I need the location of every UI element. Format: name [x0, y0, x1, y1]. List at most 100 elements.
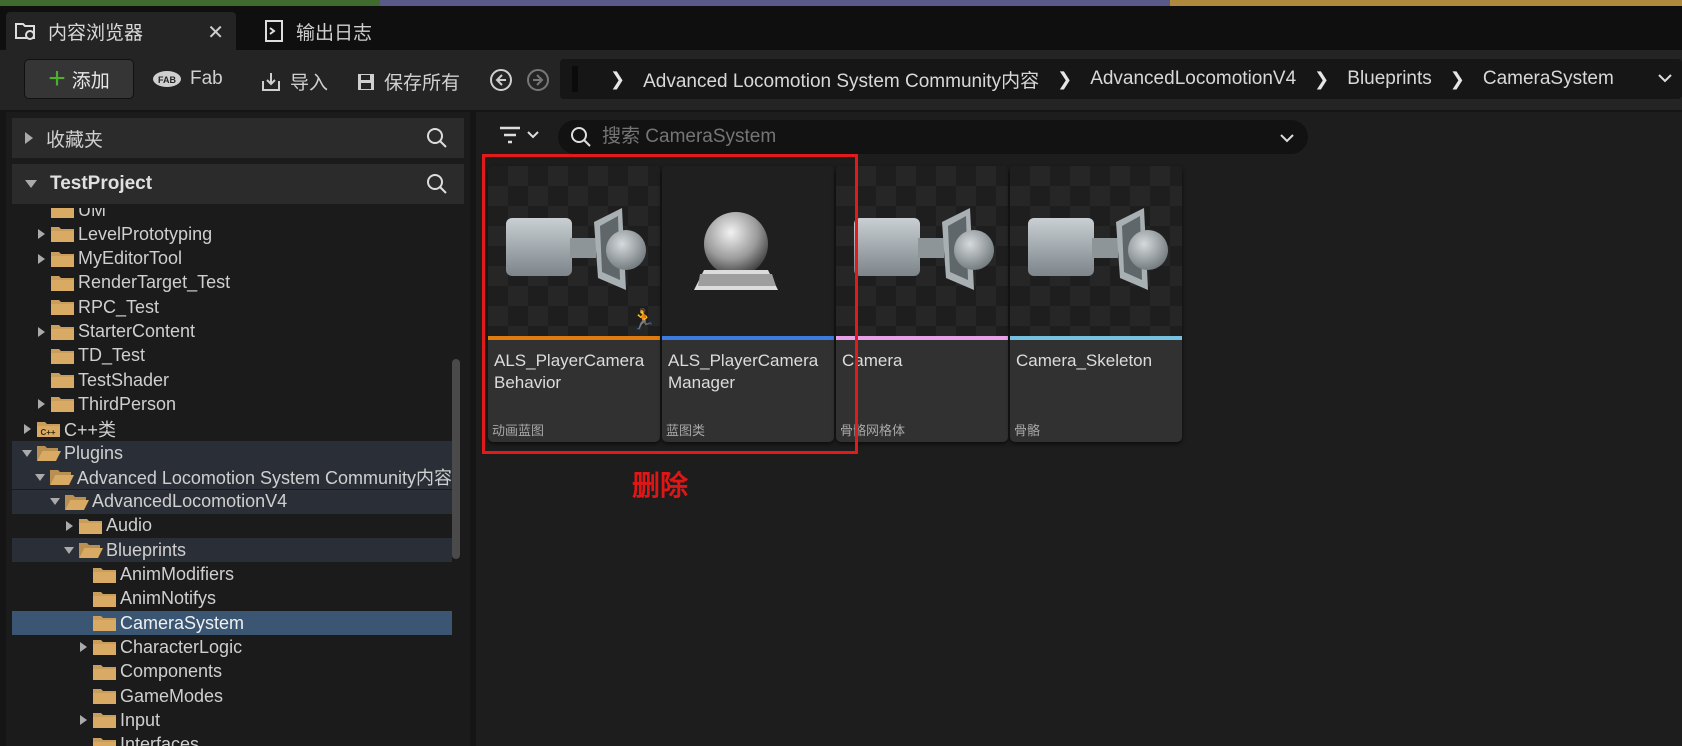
- breadcrumb-item[interactable]: CameraSystem: [1483, 68, 1614, 90]
- triangle-down-icon: [25, 180, 37, 188]
- breadcrumb-item[interactable]: AdvancedLocomotionV4: [1090, 68, 1296, 90]
- tree-item[interactable]: Input: [12, 708, 452, 732]
- tab-label: 内容浏览器: [48, 22, 144, 44]
- search-input[interactable]: [602, 126, 1242, 148]
- triangle-down-icon[interactable]: [20, 446, 34, 460]
- chevron-down-icon[interactable]: [1278, 129, 1296, 147]
- search-icon[interactable]: [426, 173, 448, 195]
- chevron-down-icon[interactable]: [1656, 69, 1674, 87]
- project-header[interactable]: TestProject: [12, 164, 464, 204]
- folder-icon: [50, 208, 76, 219]
- tree-item[interactable]: TD_Test: [12, 344, 452, 368]
- tree-item[interactable]: AnimModifiers: [12, 563, 452, 587]
- back-arrow-icon[interactable]: [489, 68, 513, 92]
- asset-tile[interactable]: Camera 骨骼网格体: [836, 166, 1008, 442]
- save-icon: [358, 73, 374, 90]
- tab-output-log[interactable]: 输出日志: [258, 12, 408, 50]
- triangle-right-icon[interactable]: [34, 397, 48, 411]
- tree-item-label: CameraSystem: [120, 612, 245, 633]
- filter-icon[interactable]: [496, 122, 544, 150]
- triangle-right-icon[interactable]: [34, 325, 48, 339]
- tree-item[interactable]: ThirdPerson: [12, 392, 452, 416]
- log-icon: [262, 19, 286, 43]
- tree-item[interactable]: StarterContent: [12, 320, 452, 344]
- tree-scrollbar[interactable]: [452, 359, 460, 559]
- tree-item-label: Interfaces: [120, 734, 200, 746]
- tree-item[interactable]: CameraSystem: [12, 611, 452, 636]
- triangle-right-icon[interactable]: [76, 713, 90, 727]
- tree-item[interactable]: C++ C++类: [12, 417, 452, 441]
- asset-tile[interactable]: Camera_Skeleton 骨骼: [1010, 166, 1182, 442]
- tree-item-label: ThirdPerson: [78, 393, 177, 414]
- triangle-down-icon[interactable]: [48, 495, 62, 509]
- tree-item[interactable]: AnimNotifys: [12, 587, 452, 611]
- triangle-right-icon[interactable]: [34, 252, 48, 266]
- triangle-right-icon: [25, 132, 33, 144]
- camera-mesh-icon: [1024, 204, 1170, 301]
- chevron-right-icon[interactable]: ❯: [1057, 69, 1072, 90]
- add-button[interactable]: + 添加: [24, 59, 134, 99]
- tree-item[interactable]: MyEditorTool: [12, 247, 452, 271]
- tree-item[interactable]: GameModes: [12, 684, 452, 708]
- tree-item[interactable]: Blueprints: [12, 538, 452, 563]
- tree-item[interactable]: RenderTarget_Test: [12, 271, 452, 295]
- forward-arrow-icon[interactable]: [526, 68, 550, 92]
- breadcrumb-item[interactable]: Advanced Locomotion System Community内容: [643, 66, 1039, 93]
- chevron-right-icon[interactable]: ❯: [1314, 69, 1329, 90]
- tree-item[interactable]: UM: [12, 208, 452, 222]
- tree-item[interactable]: Components: [12, 660, 452, 684]
- folder-icon: [50, 371, 76, 389]
- asset-view: 🏃ALS_PlayerCamera Behavior动画蓝图ALS_Player…: [476, 112, 1682, 746]
- tree-item[interactable]: Plugins: [12, 441, 452, 465]
- import-label: 导入: [290, 73, 329, 94]
- breadcrumb-item[interactable]: Blueprints: [1347, 68, 1432, 90]
- annotation-label: 删除: [632, 470, 689, 501]
- triangle-right-icon[interactable]: [34, 227, 48, 241]
- folder-icon: [92, 638, 118, 656]
- tree-item-label: LevelPrototyping: [78, 223, 213, 244]
- triangle-right-icon[interactable]: [76, 640, 90, 654]
- tree-item[interactable]: RPC_Test: [12, 295, 452, 319]
- triangle-right-icon[interactable]: [20, 422, 34, 436]
- import-button[interactable]: 导入: [260, 68, 328, 95]
- favorites-header[interactable]: 收藏夹: [12, 118, 464, 158]
- tree-item[interactable]: Interfaces: [12, 733, 452, 746]
- save-all-button[interactable]: 保存所有: [356, 68, 460, 95]
- tree-item[interactable]: LevelPrototyping: [12, 222, 452, 246]
- folder-icon: [92, 614, 118, 632]
- triangle-down-icon[interactable]: [34, 470, 47, 484]
- tree-item[interactable]: AdvancedLocomotionV4: [12, 489, 452, 514]
- chevron-right-icon[interactable]: ❯: [610, 69, 625, 90]
- folder-tree: UM LevelPrototyping MyEditorTool RenderTarg…: [12, 208, 452, 746]
- svg-text:C++: C++: [40, 428, 55, 437]
- tree-item-label: RenderTarget_Test: [78, 272, 231, 293]
- tree-item[interactable]: Advanced Locomotion System Community内容: [12, 465, 452, 490]
- project-label: TestProject: [50, 173, 153, 194]
- folder-open-icon: [64, 493, 90, 511]
- tree-item[interactable]: CharacterLogic: [12, 635, 452, 659]
- chevron-right-icon[interactable]: ❯: [1450, 69, 1465, 90]
- tree-item-label: Blueprints: [106, 539, 187, 560]
- close-icon[interactable]: ✕: [207, 20, 224, 45]
- add-label: 添加: [71, 70, 110, 92]
- annotation-box: [482, 154, 858, 454]
- toolbar: + 添加 FAB Fab 导入 保存所有 ❯ Advanced Locomoti…: [0, 50, 1682, 110]
- asset-name: Camera_Skeleton: [1016, 351, 1153, 370]
- fab-button[interactable]: FAB Fab: [152, 68, 223, 90]
- import-icon: [262, 72, 280, 91]
- tab-content-browser[interactable]: 内容浏览器 ✕: [6, 12, 236, 50]
- triangle-down-icon[interactable]: [62, 543, 76, 557]
- tree-item[interactable]: TestShader: [12, 368, 452, 392]
- folder-icon: [50, 298, 76, 316]
- tree-item[interactable]: Audio: [12, 514, 452, 538]
- folder-camera-icon: [14, 19, 38, 43]
- triangle-right-icon[interactable]: [62, 519, 76, 533]
- search-icon[interactable]: [426, 127, 448, 149]
- breadcrumb-grip: [572, 66, 578, 92]
- cpp-folder-icon: C++: [36, 420, 62, 438]
